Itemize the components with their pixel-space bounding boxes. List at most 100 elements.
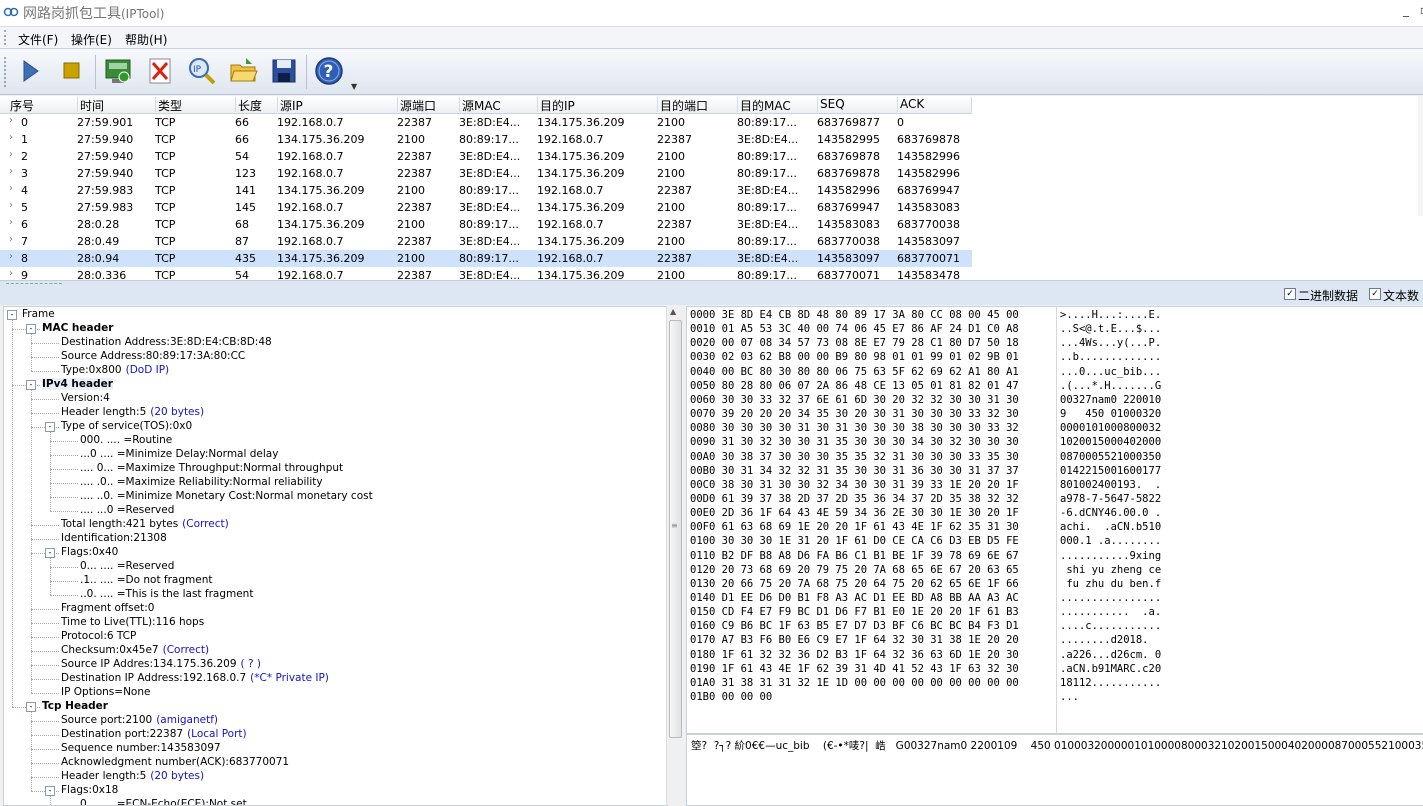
tree-node[interactable]: Checksum:0x45e7 (Correct) <box>61 644 209 658</box>
hex-row[interactable]: 0070 39 20 20 20 34 35 30 20 30 31 30 30… <box>690 408 1019 422</box>
hex-row[interactable]: 0060 30 30 33 32 37 6E 61 6D 30 20 32 32… <box>690 394 1019 408</box>
hex-row[interactable]: 0150 CD F4 E7 F9 BC D1 D6 F7 B1 E0 1E 20… <box>690 606 1019 620</box>
column-header[interactable]: 目的端口 <box>658 97 738 113</box>
column-header[interactable]: 类型 <box>156 97 236 113</box>
menu-edit[interactable]: 操作(E) <box>71 31 112 48</box>
protocol-tree-scrollbar[interactable]: ▲ ≡ <box>666 306 684 804</box>
tree-node[interactable]: Total length:421 bytes (Correct) <box>61 518 229 532</box>
table-row[interactable]: › 6 28:0.28 TCP 68 134.175.36.209 2100 80:89:17… <box>0 216 972 233</box>
hex-row[interactable]: 00C0 38 30 31 30 30 32 34 30 30 31 39 33… <box>690 479 1019 493</box>
hex-row[interactable]: 0080 30 30 30 30 31 30 31 30 30 30 38 30… <box>690 422 1019 436</box>
hex-row[interactable]: 0090 31 30 32 30 30 31 35 30 30 30 34 30… <box>690 436 1019 450</box>
hex-row[interactable]: 00F0 61 63 68 69 1E 20 20 1F 61 43 4E 1F… <box>690 521 1019 535</box>
table-row[interactable]: › 2 27:59.940 TCP 54 192.168.0.7 22387 3E:8D:E4… <box>0 148 972 165</box>
text-data-checkbox[interactable]: ✓ <box>1369 288 1381 300</box>
tree-node[interactable]: Header length:5 (20 bytes) <box>61 770 204 784</box>
row-expand-icon[interactable]: › <box>9 234 13 245</box>
hex-row[interactable]: 00A0 30 38 37 30 30 30 35 35 32 31 30 30… <box>690 451 1019 465</box>
tree-node[interactable]: Fragment offset:0 <box>61 602 154 616</box>
open-file-button[interactable] <box>228 55 260 87</box>
minimize-button[interactable]: _ <box>1397 3 1415 17</box>
tree-node[interactable]: Source Address:80:89:17:3A:80:CC <box>61 350 245 364</box>
hex-row[interactable]: 01A0 31 38 31 31 32 1E 1D 00 00 00 00 00… <box>690 677 1019 691</box>
hex-row[interactable]: 0020 00 07 08 34 57 73 08 8E E7 79 28 C1… <box>690 337 1019 351</box>
hex-row[interactable]: 0180 1F 61 32 32 36 D2 B3 1F 64 32 36 63… <box>690 649 1019 663</box>
save-button[interactable] <box>268 55 300 87</box>
clear-button[interactable] <box>144 55 176 87</box>
tree-node[interactable]: .... 0... =Maximize Throughput:Normal th… <box>80 462 343 476</box>
column-header[interactable]: 源端口 <box>398 97 460 113</box>
tree-node[interactable]: Destination IP Address:192.168.0.7 (*C* P… <box>61 672 329 686</box>
toolbar-overflow-icon[interactable]: ▼ <box>351 82 357 91</box>
hex-row[interactable]: 0120 20 73 68 69 20 79 75 20 7A 68 65 6E… <box>690 564 1019 578</box>
tree-node[interactable]: Protocol:6 TCP <box>61 630 136 644</box>
hex-row[interactable]: 0160 C9 B6 BC 1F 63 B5 E7 D7 D3 BF C6 BC… <box>690 620 1019 634</box>
table-row[interactable]: › 3 27:59.940 TCP 123 192.168.0.7 22387 3E:8D:E… <box>0 165 972 182</box>
tree-node[interactable]: MAC header <box>42 322 113 336</box>
tree-node[interactable]: Sequence number:143583097 <box>61 742 221 756</box>
column-header[interactable]: 序号 <box>8 97 78 113</box>
network-adapter-button[interactable] <box>102 55 134 87</box>
hex-row[interactable]: 0010 01 A5 53 3C 40 00 74 06 45 E7 86 AF… <box>690 323 1019 337</box>
scroll-up-icon[interactable]: ▲ <box>670 307 676 316</box>
tree-node[interactable]: .... ..0. =Minimize Monetary Cost:Normal… <box>80 490 373 504</box>
help-button[interactable]: ? <box>313 55 345 87</box>
packet-table-scrollbar[interactable] <box>1418 96 1423 216</box>
collapse-toggle-icon[interactable]: - <box>45 786 55 796</box>
hex-row[interactable]: 01B0 00 00 00 <box>690 691 772 705</box>
tree-node[interactable]: Version:4 <box>61 392 110 406</box>
row-expand-icon[interactable]: › <box>9 251 13 262</box>
tree-node[interactable]: Flags:0x40 <box>61 546 118 560</box>
collapse-toggle-icon[interactable]: - <box>7 310 17 320</box>
tree-node[interactable]: Source port:2100 (amiganetf) <box>61 714 218 728</box>
tree-node[interactable]: Destination Address:3E:8D:E4:CB:8D:48 <box>61 336 272 350</box>
splitter-handle[interactable] <box>6 283 62 284</box>
tree-node[interactable]: Header length:5 (20 bytes) <box>61 406 204 420</box>
table-row[interactable]: › 0 27:59.901 TCP 66 192.168.0.7 22387 3E:8D:E4… <box>0 114 972 131</box>
hex-row[interactable]: 0000 3E 8D E4 CB 8D 48 80 89 17 3A 80 CC… <box>690 309 1019 323</box>
table-row[interactable]: › 7 28:0.49 TCP 87 192.168.0.7 22387 3E:8D:E4..… <box>0 233 972 250</box>
tree-node[interactable]: Identification:21308 <box>61 532 167 546</box>
table-row[interactable]: › 5 27:59.983 TCP 145 192.168.0.7 22387 3E:8D:E… <box>0 199 972 216</box>
hex-row[interactable]: 0030 02 03 62 B8 00 00 B9 80 98 01 01 99… <box>690 351 1019 365</box>
restore-button[interactable]: ▫ <box>1415 3 1423 17</box>
table-row[interactable]: › 8 28:0.94 TCP 435 134.175.36.209 2100 80:89:1… <box>0 250 972 267</box>
tree-node[interactable]: 0... .... =Reserved <box>80 560 174 574</box>
hex-row[interactable]: 0100 30 30 30 1E 31 20 1F 61 D0 CE CA C6… <box>690 535 1019 549</box>
column-header[interactable]: 源MAC <box>460 97 538 113</box>
hex-row[interactable]: 00B0 30 31 34 32 32 31 35 30 30 31 36 30… <box>690 465 1019 479</box>
tree-node[interactable]: Destination port:22387 (Local Port) <box>61 728 247 742</box>
column-header[interactable]: 源IP <box>278 97 398 113</box>
tree-node[interactable]: .... ...0 =Reserved <box>80 504 174 518</box>
tree-node[interactable]: IPv4 header <box>42 378 113 392</box>
tree-node[interactable]: ..0. .... =This is the last fragment <box>80 588 253 602</box>
collapse-toggle-icon[interactable]: - <box>26 702 36 712</box>
hex-row[interactable]: 0110 B2 DF B8 A8 D6 FA B6 C1 B1 BE 1F 39… <box>690 550 1019 564</box>
table-row[interactable]: › 9 28:0.336 TCP 54 192.168.0.7 22387 3E:8D:E4.… <box>0 267 972 280</box>
tree-node[interactable]: Acknowledgment number(ACK):683770071 <box>61 756 289 770</box>
collapse-toggle-icon[interactable]: - <box>45 548 55 558</box>
row-expand-icon[interactable]: › <box>9 115 13 126</box>
tree-node[interactable]: Source IP Addres:134.175.36.209( ? ) <box>61 658 261 672</box>
binary-data-checkbox[interactable]: ✓ <box>1284 288 1296 300</box>
tree-node[interactable]: Tcp Header <box>42 700 108 714</box>
column-header[interactable]: 长度 <box>236 97 278 113</box>
column-header[interactable]: 目的IP <box>538 97 658 113</box>
tree-node[interactable]: .1.. .... =Do not fragment <box>80 574 212 588</box>
collapse-toggle-icon[interactable]: - <box>45 422 55 432</box>
tree-node[interactable]: .... .0.. =Maximize Reliability:Normal r… <box>80 476 323 490</box>
hex-row[interactable]: 0130 20 66 75 20 7A 68 75 20 64 75 20 62… <box>690 578 1019 592</box>
hex-row[interactable]: 0170 A7 B3 F6 B0 E6 C9 E7 1F 64 32 30 31… <box>690 634 1019 648</box>
menu-file[interactable]: 文件(F) <box>18 31 58 48</box>
tree-node[interactable]: Type of service(TOS):0x0 <box>61 420 192 434</box>
table-row[interactable]: › 4 27:59.983 TCP 141 134.175.36.209 2100 80:89… <box>0 182 972 199</box>
tree-node[interactable]: IP Options=None <box>61 686 150 700</box>
column-header[interactable]: 时间 <box>78 97 156 113</box>
hex-row[interactable]: 00D0 61 39 37 38 2D 37 2D 35 36 34 37 2D… <box>690 493 1019 507</box>
column-header[interactable]: SEQ <box>818 97 898 112</box>
table-row[interactable]: › 1 27:59.940 TCP 66 134.175.36.209 2100 80:89:… <box>0 131 972 148</box>
row-expand-icon[interactable]: › <box>9 200 13 211</box>
menu-help[interactable]: 帮助(H) <box>125 31 167 48</box>
hex-row[interactable]: 0190 1F 61 43 4E 1F 62 39 31 4D 41 52 43… <box>690 663 1019 677</box>
collapse-toggle-icon[interactable]: - <box>26 380 36 390</box>
